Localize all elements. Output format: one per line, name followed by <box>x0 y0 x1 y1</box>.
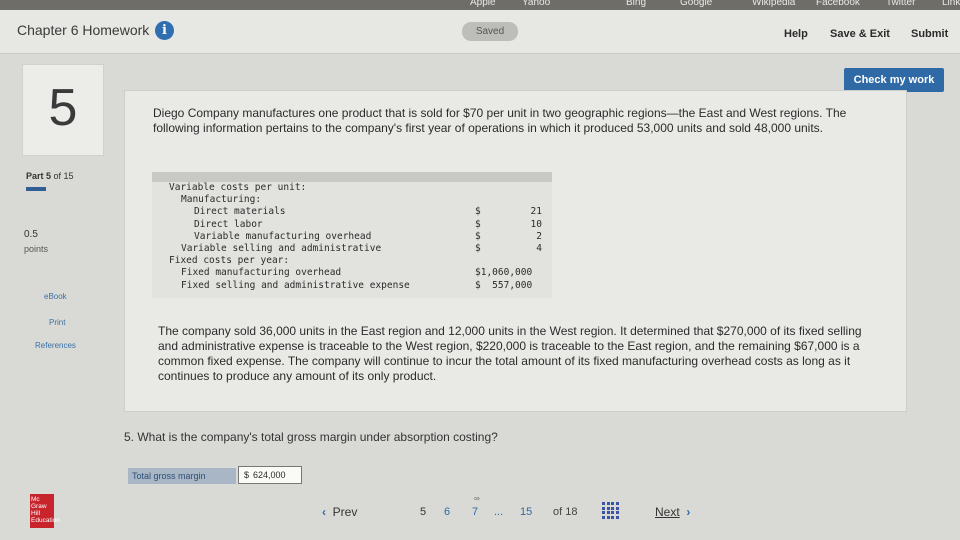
references-link[interactable]: References <box>35 341 76 350</box>
row-label: Direct labor <box>194 218 263 230</box>
bookmark-link[interactable]: Link <box>942 0 960 8</box>
row-currency: $ <box>475 218 481 230</box>
table-row: Variable costs per unit: <box>152 182 552 194</box>
bookmark-facebook[interactable]: Facebook <box>816 0 860 8</box>
bookmark-apple[interactable]: Apple <box>470 0 496 8</box>
row-label: Fixed manufacturing overhead <box>181 267 342 279</box>
row-amount: 4 <box>536 242 542 254</box>
page-count: of 18 <box>553 506 578 518</box>
help-button[interactable]: Help <box>784 28 808 40</box>
answer-label: Total gross margin <box>128 468 236 484</box>
points-value: 0.5 <box>24 229 38 240</box>
table-row: Fixed costs per year: <box>152 255 552 267</box>
row-amount: $1,060,000 <box>475 267 533 279</box>
row-amount: 21 <box>530 206 542 218</box>
check-my-work-button[interactable]: Check my work <box>844 68 944 92</box>
table-row: Manufacturing: <box>152 194 552 206</box>
currency-symbol: $ <box>244 470 250 480</box>
row-label: Manufacturing: <box>181 194 262 206</box>
page-6-button[interactable]: 6 <box>444 506 450 518</box>
table-row: Direct labor $10 <box>152 219 552 231</box>
answer-value[interactable]: 624,000 <box>253 470 286 480</box>
row-label: Fixed costs per year: <box>169 255 290 267</box>
bookmark-google[interactable]: Google <box>680 0 712 8</box>
chevron-left-icon: ‹ <box>322 505 326 519</box>
prev-button[interactable]: ‹ Prev <box>322 505 357 519</box>
next-button[interactable]: Next › <box>655 505 690 519</box>
part-label: Part 5 <box>26 171 52 181</box>
chevron-right-icon: › <box>686 505 691 519</box>
assignment-header: Chapter 6 Homework i Saved Help Save & E… <box>0 10 960 54</box>
table-header-bar <box>152 172 552 182</box>
part-total: of 15 <box>53 171 74 181</box>
submit-button[interactable]: Submit <box>911 28 948 40</box>
row-label: Variable costs per unit: <box>169 182 307 193</box>
print-link[interactable]: Print <box>49 318 65 327</box>
row-amount: 10 <box>530 218 542 230</box>
row-currency: $ <box>475 242 481 254</box>
table-row: Fixed selling and administrative expense… <box>152 280 552 292</box>
problem-text: Diego Company manufactures one product t… <box>153 106 847 135</box>
points-label: points <box>24 244 49 254</box>
row-label: Variable manufacturing overhead <box>194 230 372 242</box>
row-currency: $ <box>475 230 481 242</box>
row-label: Direct materials <box>194 206 286 218</box>
part-progress-bar <box>26 187 46 191</box>
prev-label: Prev <box>332 505 358 519</box>
bookmark-yahoo[interactable]: Yahoo <box>522 0 550 8</box>
page-7-button[interactable]: 7 <box>472 506 478 518</box>
question-number: 5 <box>22 64 104 156</box>
next-label: Next <box>655 505 680 519</box>
page-5-button[interactable]: 5 <box>420 506 426 518</box>
saved-status-badge: Saved <box>462 22 518 41</box>
assignment-title: Chapter 6 Homework <box>17 22 150 38</box>
link-icon: ∞ <box>474 494 480 503</box>
question-text: 5. What is the company's total gross mar… <box>124 430 498 444</box>
row-amount: $ 557,000 <box>475 279 533 291</box>
save-exit-button[interactable]: Save & Exit <box>830 28 890 40</box>
row-currency: $ <box>475 206 481 218</box>
question-grid-icon[interactable] <box>602 502 619 519</box>
mcgraw-hill-logo: Mc Graw Hill Education <box>30 494 60 528</box>
row-label: Fixed selling and administrative expense <box>181 279 410 291</box>
row-amount: 2 <box>536 230 542 242</box>
table-row: Direct materials $21 <box>152 206 552 218</box>
table-row: Fixed manufacturing overhead $1,060,000 <box>152 267 552 279</box>
page-15-button[interactable]: 15 <box>520 506 532 518</box>
browser-bookmarks-bar: Apple Yahoo Bing Google Wikipedia Facebo… <box>0 0 960 10</box>
problem-paragraph-2: The company sold 36,000 units in the Eas… <box>158 324 862 383</box>
total-gross-margin-input[interactable]: $624,000 <box>238 466 302 484</box>
cost-data-table: Variable costs per unit: Manufacturing: Di… <box>152 172 552 298</box>
page-ellipsis: ... <box>494 506 504 518</box>
ebook-link[interactable]: eBook <box>44 292 67 301</box>
table-row: Variable selling and administrative $4 <box>152 243 552 255</box>
bookmark-wikipedia[interactable]: Wikipedia <box>752 0 795 8</box>
part-indicator: Part 5 of 15 <box>26 171 74 181</box>
bookmark-bing[interactable]: Bing <box>626 0 646 8</box>
table-row: Variable manufacturing overhead $2 <box>152 231 552 243</box>
bookmark-twitter[interactable]: Twitter <box>886 0 915 8</box>
row-label: Variable selling and administrative <box>181 242 382 254</box>
info-icon[interactable]: i <box>155 21 174 40</box>
